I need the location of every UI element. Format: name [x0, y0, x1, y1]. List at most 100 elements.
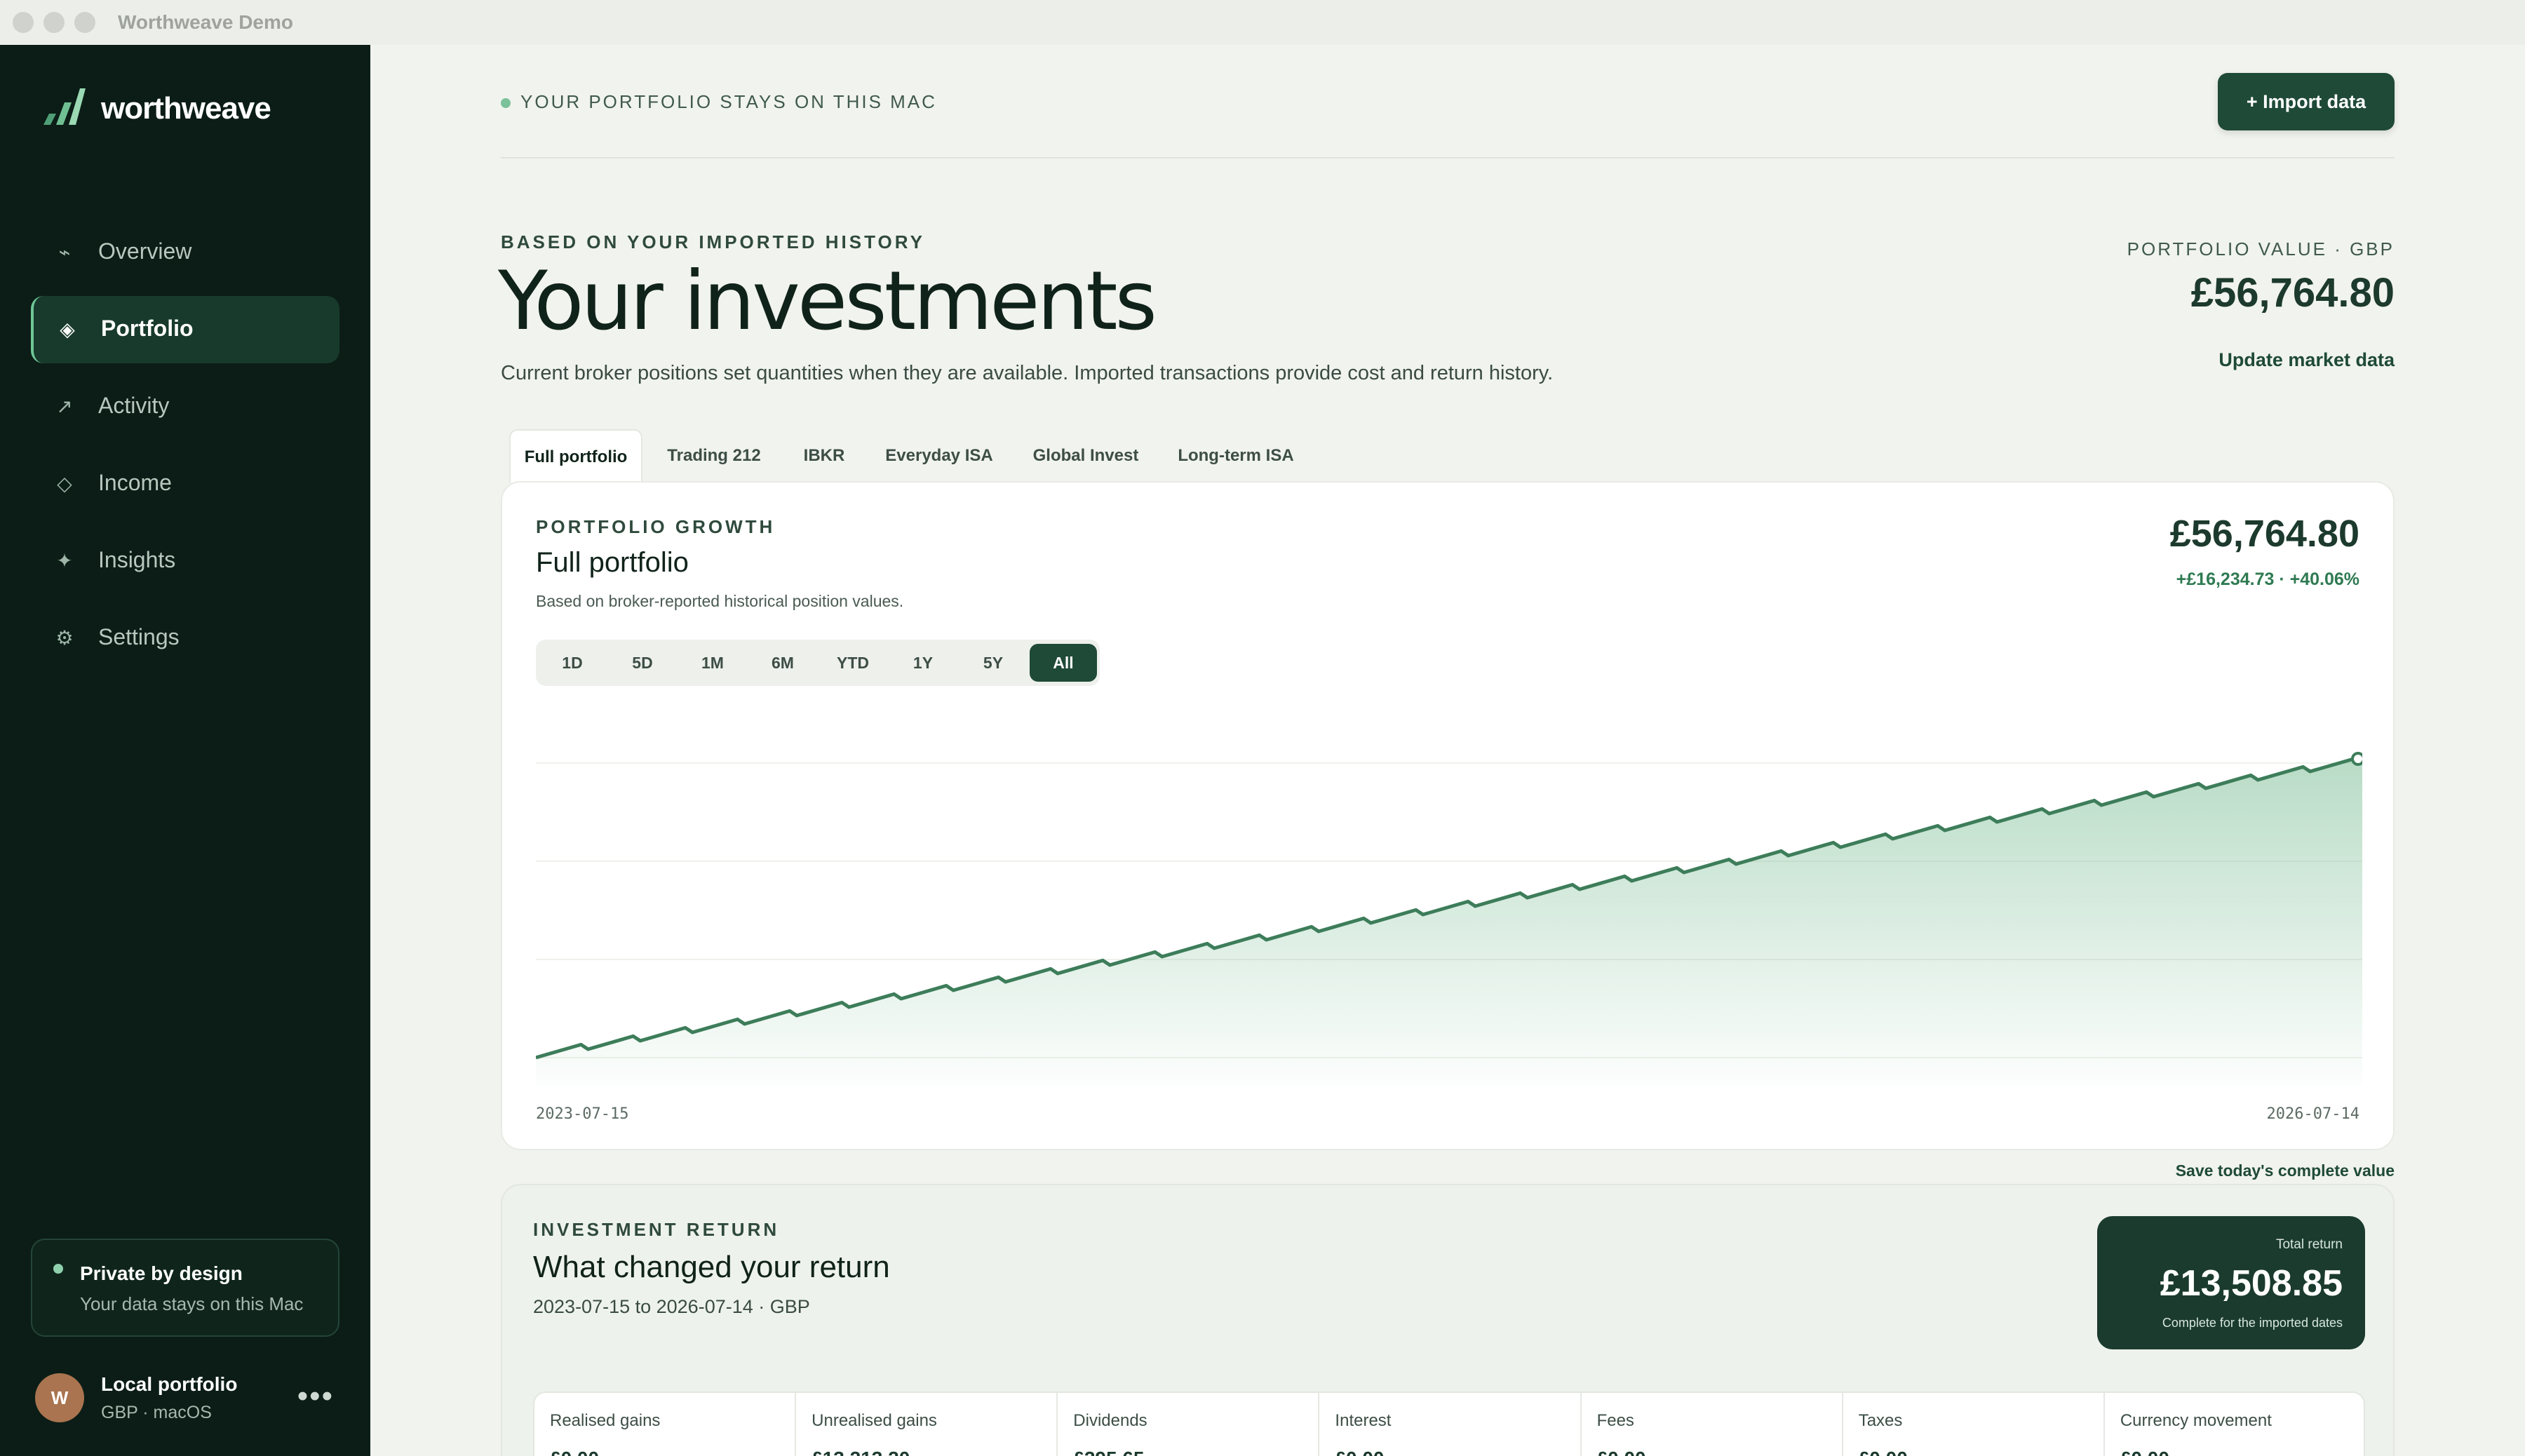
- growth-change: +£16,234.73 · +40.06%: [2176, 569, 2359, 589]
- portfolio-value: £56,764.80: [2190, 270, 2395, 316]
- tab-ibkr[interactable]: IBKR: [786, 429, 863, 483]
- sidebar-item-insights[interactable]: ✦ Insights: [31, 527, 339, 595]
- tab-trading-212[interactable]: Trading 212: [645, 429, 783, 483]
- privacy-note: YOUR PORTFOLIO STAYS ON THIS MAC: [520, 91, 937, 112]
- chart-latest-point[interactable]: [2351, 752, 2362, 766]
- metric-value: £0.00: [550, 1448, 599, 1456]
- account-name: Local portfolio: [101, 1373, 238, 1395]
- metric-value: £0.00: [1335, 1448, 1384, 1456]
- metric-value: £13,213.20: [812, 1448, 910, 1456]
- chart-end-date: 2026-07-14: [2266, 1105, 2359, 1123]
- metric-dividends: Dividends £295.65: [1058, 1393, 1320, 1456]
- account-meta: GBP · macOS: [101, 1403, 212, 1422]
- update-market-data-link[interactable]: Update market data: [2218, 349, 2395, 371]
- tab-full-portfolio[interactable]: Full portfolio: [509, 429, 642, 483]
- import-data-button[interactable]: + Import data: [2218, 73, 2395, 130]
- metric-unrealised-gains: Unrealised gains £13,213.20: [796, 1393, 1058, 1456]
- metric-interest: Interest £0.00: [1319, 1393, 1582, 1456]
- growth-eyebrow: PORTFOLIO GROWTH: [536, 516, 776, 537]
- return-subtitle: 2023-07-15 to 2026-07-14 · GBP: [533, 1296, 810, 1317]
- range-6m[interactable]: 6M: [749, 644, 816, 682]
- hero-eyebrow: BASED ON YOUR IMPORTED HISTORY: [501, 231, 925, 252]
- growth-value: £56,764.80: [2169, 513, 2359, 555]
- close-window-button[interactable]: [13, 12, 34, 33]
- avatar: W: [35, 1373, 84, 1422]
- window-title: Worthweave Demo: [118, 11, 293, 33]
- range-5d[interactable]: 5D: [609, 644, 676, 682]
- metric-taxes: Taxes £0.00: [1843, 1393, 2105, 1456]
- metric-label: Fees: [1596, 1411, 1634, 1430]
- growth-title: Full portfolio: [536, 547, 689, 578]
- range-ytd[interactable]: YTD: [819, 644, 887, 682]
- metric-value: £0.00: [1597, 1448, 1646, 1456]
- chart-start-date: 2023-07-15: [536, 1105, 629, 1123]
- page-description: Current broker positions set quantities …: [501, 362, 1554, 384]
- gear-icon: ⚙: [55, 627, 74, 649]
- time-range-selector: 1D 5D 1M 6M YTD 1Y 5Y All: [536, 640, 1100, 686]
- sidebar-item-portfolio[interactable]: ◈ Portfolio: [31, 296, 339, 363]
- minimize-window-button[interactable]: [43, 12, 65, 33]
- tab-everyday-isa[interactable]: Everyday ISA: [866, 429, 1013, 483]
- chart-area-fill: [536, 758, 2362, 1086]
- portfolio-growth-chart: [536, 752, 2362, 1086]
- return-title: What changed your return: [533, 1250, 890, 1284]
- sidebar-item-activity[interactable]: ↗ Activity: [31, 373, 339, 440]
- window-titlebar: Worthweave Demo: [0, 0, 2525, 45]
- sidebar-item-label: Activity: [98, 393, 170, 418]
- metric-label: Unrealised gains: [812, 1411, 937, 1430]
- metric-value: £295.65: [1073, 1448, 1144, 1456]
- return-breakdown: Realised gains £0.00 Unrealised gains £13,2…: [533, 1391, 2365, 1456]
- range-1d[interactable]: 1D: [539, 644, 606, 682]
- total-return-value: £13,508.85: [2160, 1263, 2343, 1304]
- pulse-icon: ⌁: [58, 241, 71, 263]
- metric-label: Currency movement: [2120, 1411, 2272, 1430]
- privacy-status-dot: [53, 1264, 63, 1274]
- metric-value: £0.00: [1859, 1448, 1908, 1456]
- range-5y[interactable]: 5Y: [959, 644, 1027, 682]
- diamond-icon: ◈: [60, 318, 75, 340]
- privacy-card: Private by design Your data stays on thi…: [31, 1239, 339, 1337]
- account-row[interactable]: W Local portfolio GBP · macOS •••: [31, 1363, 339, 1434]
- privacy-strip: YOUR PORTFOLIO STAYS ON THIS MAC: [501, 91, 937, 113]
- more-options-icon[interactable]: •••: [297, 1379, 334, 1414]
- sidebar-item-label: Portfolio: [101, 316, 194, 341]
- worthweave-logo-icon: [43, 88, 86, 125]
- sidebar-item-label: Settings: [98, 624, 180, 649]
- sparkle-icon: ✦: [56, 550, 73, 572]
- zoom-window-button[interactable]: [74, 12, 95, 33]
- tab-global-invest[interactable]: Global Invest: [1016, 429, 1156, 483]
- metric-label: Realised gains: [550, 1411, 661, 1430]
- sidebar: worthweave ⌁ Overview ◈ Portfolio ↗ Activity ◇…: [0, 45, 370, 1456]
- tab-long-term-isa[interactable]: Long-term ISA: [1159, 429, 1313, 483]
- sidebar-item-income[interactable]: ◇ Income: [31, 450, 339, 518]
- privacy-subtitle: Your data stays on this Mac: [80, 1293, 304, 1314]
- portfolio-value-label: PORTFOLIO VALUE · GBP: [2127, 238, 2395, 259]
- metric-realised-gains: Realised gains £0.00: [534, 1393, 797, 1456]
- arrow-up-right-icon: ↗: [56, 396, 73, 417]
- return-eyebrow: INVESTMENT RETURN: [533, 1219, 780, 1240]
- page-title: Your investments: [498, 254, 1157, 349]
- brand-name: worthweave: [101, 91, 271, 126]
- metric-fees: Fees £0.00: [1582, 1393, 1843, 1456]
- save-todays-value-link[interactable]: Save today's complete value: [2176, 1161, 2395, 1180]
- sidebar-item-label: Overview: [98, 238, 192, 264]
- total-return-label: Total return: [2275, 1237, 2343, 1252]
- metric-label: Taxes: [1858, 1411, 1903, 1430]
- metric-label: Interest: [1335, 1411, 1392, 1430]
- privacy-title: Private by design: [80, 1262, 243, 1284]
- metric-label: Dividends: [1073, 1411, 1147, 1430]
- main-content: YOUR PORTFOLIO STAYS ON THIS MAC + Impor…: [370, 45, 2525, 1456]
- privacy-dot-icon: [501, 98, 511, 109]
- range-1m[interactable]: 1M: [679, 644, 746, 682]
- total-return-note: Complete for the imported dates: [2162, 1316, 2343, 1330]
- range-all[interactable]: All: [1030, 644, 1097, 682]
- total-return-panel: Total return £13,508.85 Complete for the…: [2097, 1216, 2365, 1349]
- header-divider: [501, 157, 2395, 159]
- sidebar-item-settings[interactable]: ⚙ Settings: [31, 605, 339, 672]
- metric-value: £0.00: [2120, 1448, 2169, 1456]
- sidebar-item-label: Insights: [98, 547, 176, 572]
- range-1y[interactable]: 1Y: [889, 644, 957, 682]
- sidebar-item-overview[interactable]: ⌁ Overview: [31, 219, 339, 286]
- diamond-outline-icon: ◇: [57, 473, 72, 494]
- portfolio-growth-card: PORTFOLIO GROWTH Full portfolio Based on…: [501, 481, 2395, 1150]
